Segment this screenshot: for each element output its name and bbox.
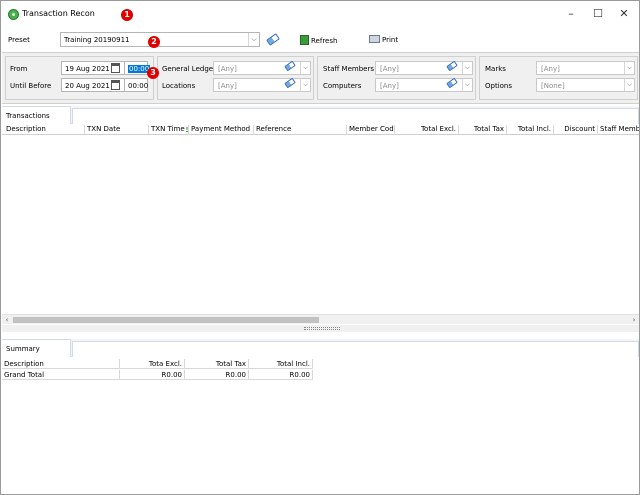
column-header-payment-method[interactable]: Payment Method <box>189 125 254 135</box>
summary-header-total-tax[interactable]: Total Tax <box>185 359 249 369</box>
column-header-total-incl[interactable]: Total Incl. <box>507 125 554 135</box>
annotation-badge-1: 1 <box>121 9 133 21</box>
tab-summary[interactable]: Summary <box>2 339 71 357</box>
scroll-right-icon[interactable]: › <box>629 315 639 325</box>
general-ledgers-label: General Ledgers <box>162 65 220 73</box>
column-header-discount[interactable]: Discount <box>554 125 598 135</box>
locations-value: [Any] <box>218 82 237 90</box>
summary-cell-total-excl: R0.00 <box>120 370 185 380</box>
column-header-staff-member[interactable]: Staff Membe <box>598 125 639 135</box>
summary-header-description[interactable]: Description <box>2 359 120 369</box>
chevron-down-icon[interactable]: ⌵ <box>248 33 259 46</box>
print-icon <box>369 35 380 43</box>
calendar-icon[interactable] <box>111 80 120 90</box>
column-header-total-tax[interactable]: Total Tax <box>459 125 507 135</box>
summary-header-total-excl[interactable]: Tota Excl. <box>120 359 185 369</box>
options-value: [None] <box>541 82 565 90</box>
summary-section-header: Summary <box>2 339 639 357</box>
summary-cell-total-incl: R0.00 <box>249 370 313 380</box>
staff-members-dropdown[interactable]: [Any] ⌵ <box>375 61 473 75</box>
marks-label: Marks <box>485 65 506 73</box>
preset-value: Training 20190911 <box>64 36 130 44</box>
column-header-reference[interactable]: Reference <box>254 125 347 135</box>
transaction-recon-window: Transaction Recon – ☐ ✕ 1 Preset Trainin… <box>0 0 640 495</box>
chevron-down-icon[interactable]: ⌵ <box>462 62 472 74</box>
staff-members-label: Staff Members <box>323 65 374 73</box>
refresh-label: Refresh <box>311 37 338 45</box>
tab-transactions[interactable]: Transactions <box>2 106 71 124</box>
print-button[interactable]: Print <box>369 35 398 44</box>
chevron-down-icon[interactable]: ⌵ <box>624 62 634 74</box>
from-label: From <box>10 65 28 73</box>
txn-time-label: TXN Time <box>151 125 185 133</box>
app-icon <box>8 9 19 20</box>
until-time-value: 00:00 <box>128 82 149 90</box>
maximize-button[interactable]: ☐ <box>587 5 609 23</box>
marks-dropdown[interactable]: [Any] ⌵ <box>536 61 635 75</box>
splitter-grip-icon <box>304 327 340 330</box>
close-button[interactable]: ✕ <box>613 5 635 23</box>
general-ledgers-dropdown[interactable]: [Any] ⌵ <box>213 61 311 75</box>
scrollbar-thumb[interactable] <box>13 317 319 323</box>
title-bar: Transaction Recon – ☐ ✕ <box>1 1 639 28</box>
column-header-txn-date[interactable]: TXN Date <box>85 125 149 135</box>
chevron-down-icon[interactable]: ⌵ <box>462 79 472 91</box>
panel-splitter[interactable] <box>2 325 639 332</box>
locations-dropdown[interactable]: [Any] ⌵ <box>213 78 311 92</box>
annotation-badge-3: 3 <box>147 67 159 79</box>
from-time-field[interactable]: 00:00 <box>124 61 151 75</box>
marks-value: [Any] <box>541 65 560 73</box>
horizontal-scrollbar[interactable]: ‹ › <box>2 314 639 324</box>
refresh-button[interactable]: Refresh <box>300 35 337 45</box>
column-header-txn-time[interactable]: TXN Time <box>149 125 189 135</box>
from-date-value: 19 Aug 2021 <box>65 65 110 73</box>
column-header-description[interactable]: Description <box>4 125 85 135</box>
column-header-total-excl[interactable]: Total Excl. <box>395 125 459 135</box>
summary-cell-description: Grand Total <box>2 370 120 380</box>
eraser-icon[interactable] <box>266 33 280 46</box>
chevron-down-icon[interactable]: ⌵ <box>300 79 310 91</box>
scroll-left-icon[interactable]: ‹ <box>2 315 12 325</box>
chevron-down-icon[interactable]: ⌵ <box>300 62 310 74</box>
computers-value: [Any] <box>380 82 399 90</box>
staff-members-value: [Any] <box>380 65 399 73</box>
general-ledgers-value: [Any] <box>218 65 237 73</box>
transactions-grid-body <box>2 136 639 314</box>
tab-strip <box>72 108 639 124</box>
computers-label: Computers <box>323 82 362 90</box>
annotation-badge-2: 2 <box>148 36 160 48</box>
locations-label: Locations <box>162 82 196 90</box>
transactions-grid-header: Description TXN Date TXN Time Payment Me… <box>2 124 639 135</box>
until-time-field[interactable]: 00:00 <box>124 78 148 92</box>
refresh-icon <box>300 35 309 45</box>
summary-header-total-incl[interactable]: Total Incl. <box>249 359 313 369</box>
until-before-label: Until Before <box>10 82 52 90</box>
computers-dropdown[interactable]: [Any] ⌵ <box>375 78 473 92</box>
options-label: Options <box>485 82 513 90</box>
preset-label: Preset <box>8 36 30 44</box>
transactions-section-header: Transactions <box>2 106 639 124</box>
print-label: Print <box>382 36 399 44</box>
until-date-value: 20 Aug 2021 <box>65 82 110 90</box>
tab-strip <box>72 341 639 357</box>
window-title: Transaction Recon <box>22 9 95 18</box>
options-dropdown[interactable]: [None] ⌵ <box>536 78 635 92</box>
chevron-down-icon[interactable]: ⌵ <box>624 79 634 91</box>
column-header-member-code[interactable]: Member Code <box>347 125 395 135</box>
preset-dropdown[interactable]: Training 20190911 ⌵ <box>60 32 260 47</box>
summary-cell-total-tax: R0.00 <box>185 370 249 380</box>
minimize-button[interactable]: – <box>560 5 582 23</box>
calendar-icon[interactable] <box>111 63 120 73</box>
